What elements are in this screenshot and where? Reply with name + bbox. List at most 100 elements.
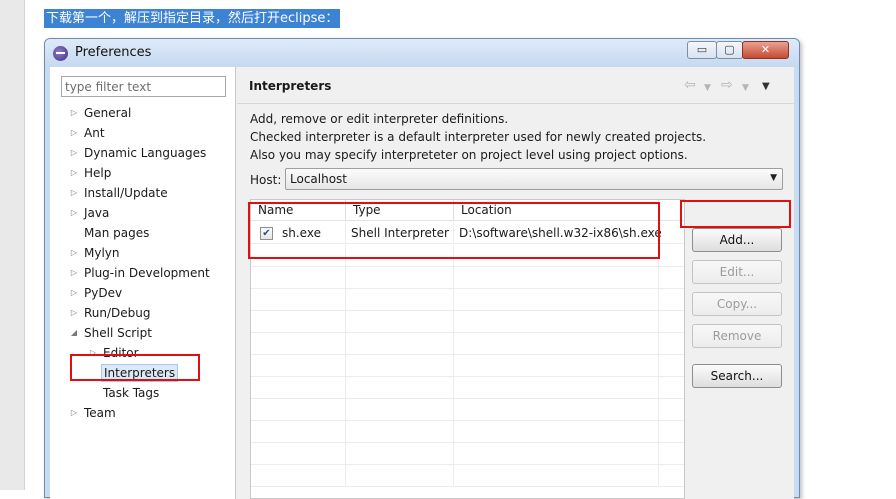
empty-cell [346, 245, 454, 267]
page-left-divider [24, 0, 25, 490]
table-row-empty [251, 377, 684, 399]
minimize-button[interactable]: ▭ [687, 41, 717, 59]
tree-item-label: PyDev [84, 286, 123, 300]
expand-icon[interactable]: ▷ [69, 263, 79, 283]
default-interpreter-checkbox[interactable]: ✔ [260, 227, 273, 240]
tree-item-general[interactable]: ▷ General [50, 103, 236, 123]
expand-icon[interactable]: ▷ [69, 403, 79, 423]
copy-interpreter-button[interactable]: Copy... [692, 292, 782, 316]
expand-icon[interactable]: ▷ [69, 143, 79, 163]
close-button[interactable]: ✕ [742, 41, 789, 59]
tree-item-label: Java [84, 206, 110, 220]
table-row-empty [251, 465, 684, 487]
window-titlebar[interactable]: Preferences ▭ ▢ ✕ [45, 39, 799, 67]
chevron-down-icon[interactable]: ▼ [770, 173, 777, 183]
empty-cell [454, 465, 659, 487]
tree-item-mylyn[interactable]: ▷ Mylyn [50, 243, 236, 263]
edit-interpreter-button[interactable]: Edit... [692, 260, 782, 284]
tree-item-man-pages[interactable]: Man pages [50, 223, 236, 243]
back-dropdown-icon[interactable]: ▼ [704, 81, 711, 95]
empty-cell [454, 399, 659, 421]
tree-item-plug-in-development[interactable]: ▷ Plug-in Development [50, 263, 236, 283]
interpreters-table: Name Type Location ✔ sh.exe Shell Interp… [250, 199, 685, 499]
empty-cell [454, 245, 659, 267]
add-interpreter-button[interactable]: Add... [692, 228, 782, 252]
expand-icon[interactable]: ▷ [69, 283, 79, 303]
page-caption: 下载第一个，解压到指定目录，然后打开eclipse： [44, 9, 341, 28]
column-header-name[interactable]: Name [251, 200, 346, 221]
empty-cell [251, 333, 346, 355]
eclipse-icon [53, 46, 68, 61]
table-row-empty [251, 311, 684, 333]
forward-dropdown-icon[interactable]: ▼ [742, 81, 749, 95]
expand-icon[interactable]: ▷ [69, 303, 79, 323]
description-line: Checked interpreter is a default interpr… [250, 130, 707, 144]
tree-item-task-tags[interactable]: Task Tags [50, 383, 236, 403]
expand-icon[interactable]: ▷ [69, 163, 79, 183]
tree-item-team[interactable]: ▷ Team [50, 403, 236, 423]
name-cell: ✔ sh.exe [251, 222, 346, 244]
table-header: Name Type Location [251, 200, 684, 221]
host-select[interactable]: Localhost ▼ [285, 168, 783, 190]
back-arrow-icon[interactable]: ⇦ [684, 78, 696, 92]
expand-icon[interactable]: ▷ [69, 123, 79, 143]
tree-item-dynamic-languages[interactable]: ▷ Dynamic Languages [50, 143, 236, 163]
page-left-strip [0, 0, 24, 490]
preference-page: Interpreters ⇦ ▼ ⇨ ▼ ▼ Add, remove or ed… [237, 67, 794, 499]
empty-cell [346, 399, 454, 421]
empty-cell [346, 421, 454, 443]
filter-input[interactable] [61, 76, 226, 97]
preference-tree: ▷ General ▷ Ant ▷ Dynamic Languages ▷ Help ▷… [50, 103, 236, 423]
empty-cell [251, 465, 346, 487]
expand-icon[interactable]: ▷ [69, 103, 79, 123]
tree-item-pydev[interactable]: ▷ PyDev [50, 283, 236, 303]
empty-cell [454, 377, 659, 399]
empty-cell [346, 355, 454, 377]
empty-cell [454, 311, 659, 333]
tree-item-editor[interactable]: ▷ Editor [50, 343, 236, 363]
tree-item-label: Help [84, 166, 112, 180]
view-menu-icon[interactable]: ▼ [762, 80, 770, 94]
table-row-empty [251, 245, 684, 267]
table-row-empty [251, 399, 684, 421]
empty-cell [251, 399, 346, 421]
tree-item-label: Shell Script [84, 326, 152, 340]
expand-icon[interactable]: ▷ [88, 343, 98, 363]
table-row-empty [251, 421, 684, 443]
tree-item-ant[interactable]: ▷ Ant [50, 123, 236, 143]
empty-cell [251, 289, 346, 311]
tree-item-interpreters[interactable]: Interpreters [50, 363, 236, 383]
empty-cell [346, 267, 454, 289]
empty-cell [251, 421, 346, 443]
tree-item-java[interactable]: ▷ Java [50, 203, 236, 223]
tree-item-run-debug[interactable]: ▷ Run/Debug [50, 303, 236, 323]
empty-cell [346, 377, 454, 399]
description-line: Also you may specify interpreteter on pr… [250, 148, 688, 162]
collapse-icon[interactable]: ◢ [69, 323, 79, 343]
empty-cell [346, 443, 454, 465]
remove-interpreter-button[interactable]: Remove [692, 324, 782, 348]
search-interpreter-button[interactable]: Search... [692, 364, 782, 388]
empty-cell [454, 443, 659, 465]
expand-icon[interactable]: ▷ [69, 183, 79, 203]
tree-item-label: Ant [84, 126, 105, 140]
tree-item-shell-script[interactable]: ◢ Shell Script [50, 323, 236, 343]
table-row-empty [251, 443, 684, 465]
expand-icon[interactable]: ▷ [69, 243, 79, 263]
empty-cell [454, 421, 659, 443]
tree-item-help[interactable]: ▷ Help [50, 163, 236, 183]
tree-item-install-update[interactable]: ▷ Install/Update [50, 183, 236, 203]
maximize-button[interactable]: ▢ [716, 41, 743, 59]
preferences-window: Preferences ▭ ▢ ✕ ▷ General ▷ Ant ▷ Dynamic… [44, 38, 800, 499]
empty-cell [346, 289, 454, 311]
column-header-location[interactable]: Location [454, 200, 659, 221]
forward-arrow-icon[interactable]: ⇨ [721, 78, 733, 92]
expand-icon[interactable]: ▷ [69, 203, 79, 223]
window-title: Preferences [75, 45, 152, 60]
empty-cell [251, 377, 346, 399]
description-line: Add, remove or edit interpreter definiti… [250, 112, 509, 126]
table-row[interactable]: ✔ sh.exe Shell Interpreter D:\software\s… [251, 222, 684, 244]
column-header-type[interactable]: Type [346, 200, 454, 221]
interpreter-type: Shell Interpreter [346, 222, 454, 244]
tree-item-label: Team [84, 406, 116, 420]
